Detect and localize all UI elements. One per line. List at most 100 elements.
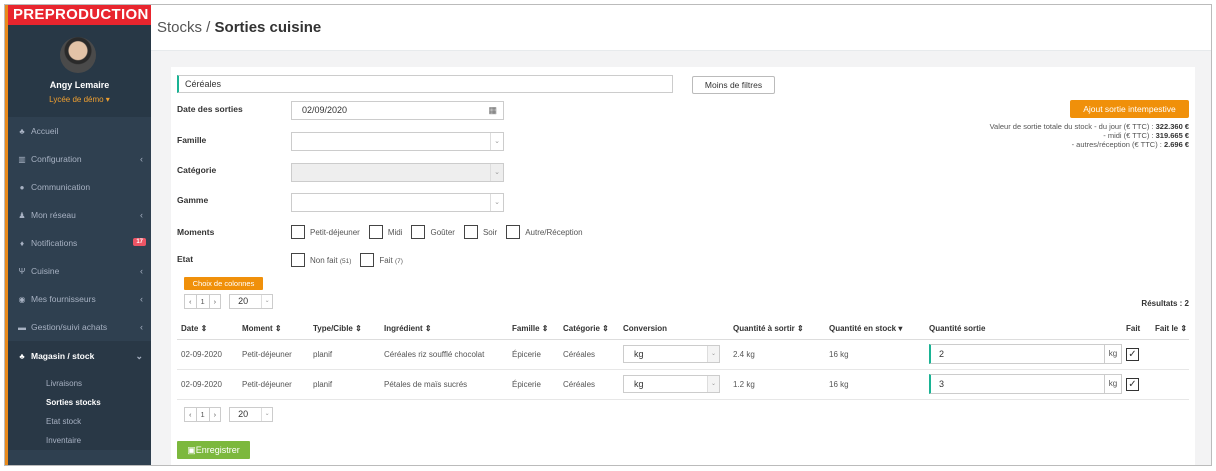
- toggle-filters-button[interactable]: Moins de filtres: [692, 76, 775, 94]
- checkbox-petit-dejeuner[interactable]: [291, 225, 305, 239]
- column-header-moment[interactable]: Moment ⇕: [238, 318, 309, 340]
- cell-qty-done: 3 kg: [925, 369, 1122, 400]
- column-header-fait: Fait: [1122, 318, 1151, 340]
- column-header-conversion: Conversion: [619, 318, 729, 340]
- checkbox-non-fait[interactable]: [291, 253, 305, 267]
- column-header-date[interactable]: Date ⇕: [177, 318, 238, 340]
- checkbox-gouter[interactable]: [411, 225, 426, 239]
- column-header-fait-le[interactable]: Fait le ⇕: [1151, 318, 1189, 340]
- conversion-select[interactable]: kg ⌄: [623, 375, 720, 393]
- prev-page-button[interactable]: ‹: [184, 407, 197, 422]
- page-size-select[interactable]: 20 ⌄: [229, 407, 274, 422]
- pagination-top: ‹ 1 › 20 ⌄: [184, 294, 274, 309]
- cell-type: planif: [309, 339, 380, 370]
- cell-qty-out: 2.4 kg: [729, 339, 825, 370]
- column-header-type[interactable]: Type/Cible ⇕: [309, 318, 380, 340]
- checkbox-label: Soir: [482, 227, 498, 237]
- etat-count: (7): [394, 257, 403, 265]
- sidebar-item-label: Cuisine: [31, 266, 60, 276]
- next-page-button[interactable]: ›: [209, 294, 222, 309]
- checkbox-label: Goûter: [430, 227, 455, 237]
- prev-page-button[interactable]: ‹: [184, 294, 197, 309]
- table-row: 02-09-2020 Petit-déjeuner planif Pétales…: [177, 369, 1189, 400]
- checkbox-label: Fait (7): [379, 256, 403, 265]
- moments-label: Moments: [177, 227, 215, 237]
- page-size-select[interactable]: 20 ⌄: [229, 294, 274, 309]
- submenu-item-livraisons[interactable]: Livraisons: [8, 371, 151, 393]
- column-header-ingredient[interactable]: Ingrédient ⇕: [380, 318, 508, 340]
- calendar-icon[interactable]: ▦: [488, 102, 497, 119]
- sidebar-item-label: Mon réseau: [31, 210, 76, 220]
- categorie-label: Catégorie: [177, 165, 217, 175]
- conversion-select[interactable]: kg ⌄: [623, 345, 720, 363]
- sidebar-item-accueil[interactable]: ♣ Accueil: [8, 117, 151, 145]
- sidebar-item-label: Gestion/suivi achats: [31, 322, 108, 332]
- chevron-down-icon: ⌄: [490, 133, 503, 150]
- column-header-famille[interactable]: Famille ⇕: [508, 318, 559, 340]
- table-row: 02-09-2020 Petit-déjeuner planif Céréale…: [177, 339, 1189, 370]
- current-page[interactable]: 1: [196, 407, 210, 422]
- checkbox-fait[interactable]: [360, 253, 375, 267]
- etat-count: (51): [339, 257, 352, 265]
- cell-date: 02-09-2020: [177, 369, 238, 400]
- done-checkbox[interactable]: ✓: [1126, 347, 1139, 361]
- date-field[interactable]: 02/09/2020 ▦: [291, 101, 504, 120]
- column-header-qty-stock[interactable]: Quantité en stock ▾: [825, 318, 925, 340]
- total-midi-value: 319.665 €: [1155, 131, 1189, 140]
- current-page[interactable]: 1: [196, 294, 210, 309]
- categorie-select[interactable]: ⌄: [291, 163, 504, 182]
- submenu-item-inventaire[interactable]: Inventaire: [8, 431, 151, 450]
- results-count: Résultats : 2: [1141, 299, 1189, 308]
- add-unplanned-exit-button[interactable]: Ajout sortie intempestive: [1070, 100, 1189, 118]
- total-other-value: 2.696 €: [1163, 140, 1189, 149]
- sidebar-item-label: Accueil: [31, 126, 59, 136]
- sidebar-item-mon-reseau[interactable]: ♟ Mon réseau ‹: [8, 201, 151, 229]
- sidebar-item-notifications[interactable]: ♦ Notifications 17: [8, 229, 151, 257]
- checkbox-soir[interactable]: [463, 225, 478, 239]
- sidebar-item-cuisine[interactable]: Ψ Cuisine ‹: [8, 257, 151, 285]
- qty-done-input[interactable]: 3: [929, 374, 1105, 394]
- home-icon: ♣: [19, 126, 25, 136]
- sidebar-item-communication[interactable]: ● Communication: [8, 173, 151, 201]
- sidebar-item-mes-fournisseurs[interactable]: ◉ Mes fournisseurs ‹: [8, 285, 151, 313]
- cell-date: 02-09-2020: [177, 339, 238, 370]
- famille-label: Famille: [177, 135, 207, 145]
- gamme-select[interactable]: ⌄: [291, 193, 504, 212]
- checkbox-label: Petit-déjeuner: [310, 227, 360, 237]
- breadcrumb-section: Stocks /: [157, 19, 215, 36]
- cell-fait: ✓: [1122, 369, 1151, 400]
- done-checkbox[interactable]: ✓: [1126, 377, 1139, 391]
- columns-chooser-button[interactable]: Choix de colonnes: [184, 277, 263, 290]
- submenu: Livraisons Sorties stocks Etat stock Inv…: [8, 371, 151, 450]
- save-button[interactable]: ▣Enregistrer: [177, 441, 250, 459]
- search-input[interactable]: Céréales: [177, 75, 673, 93]
- famille-select[interactable]: ⌄: [291, 132, 504, 151]
- sidebar-item-configuration[interactable]: ▥ Configuration ‹: [8, 145, 151, 173]
- qty-done-input[interactable]: 2: [929, 344, 1105, 364]
- avatar[interactable]: [60, 37, 96, 73]
- save-label: Enregistrer: [195, 445, 240, 455]
- moments-checkboxes: Petit-déjeuner Midi Goûter Soir Autre/Ré…: [291, 225, 592, 239]
- checkbox-label: Non fait (51): [310, 256, 351, 265]
- gamme-label: Gamme: [177, 195, 209, 205]
- sidebar-item-gestion-achats[interactable]: ▬ Gestion/suivi achats ‹: [8, 313, 151, 341]
- app-window: PREPRODUCTION Angy Lemaire Lycée de démo…: [4, 4, 1212, 466]
- conversion-value: kg: [634, 349, 644, 359]
- submenu-item-sorties-stocks[interactable]: Sorties stocks: [8, 393, 151, 412]
- cubes-icon: ♣: [19, 351, 25, 361]
- environment-banner: PREPRODUCTION: [8, 5, 154, 25]
- column-header-categorie[interactable]: Catégorie ⇕: [559, 318, 619, 340]
- page-title: Sorties cuisine: [214, 19, 322, 36]
- cell-categorie: Céréales: [559, 369, 619, 400]
- next-page-button[interactable]: ›: [209, 407, 222, 422]
- checkbox-midi[interactable]: [368, 225, 383, 239]
- sidebar-item-magasin-stock[interactable]: ♣ Magasin / stock ⌄: [5, 341, 151, 371]
- bell-icon: ♦: [19, 238, 25, 248]
- chevron-down-icon: ⌄: [261, 408, 272, 421]
- column-header-qty-done: Quantité sortie: [925, 318, 1122, 340]
- checkbox-autre-reception[interactable]: [506, 225, 521, 239]
- column-header-qty-out[interactable]: Quantité à sortir ⇕: [729, 318, 825, 340]
- sidebar-item-label: Notifications: [31, 238, 78, 248]
- submenu-item-etat-stock[interactable]: Etat stock: [8, 412, 151, 431]
- school-dropdown[interactable]: Lycée de démo ▾: [8, 95, 151, 104]
